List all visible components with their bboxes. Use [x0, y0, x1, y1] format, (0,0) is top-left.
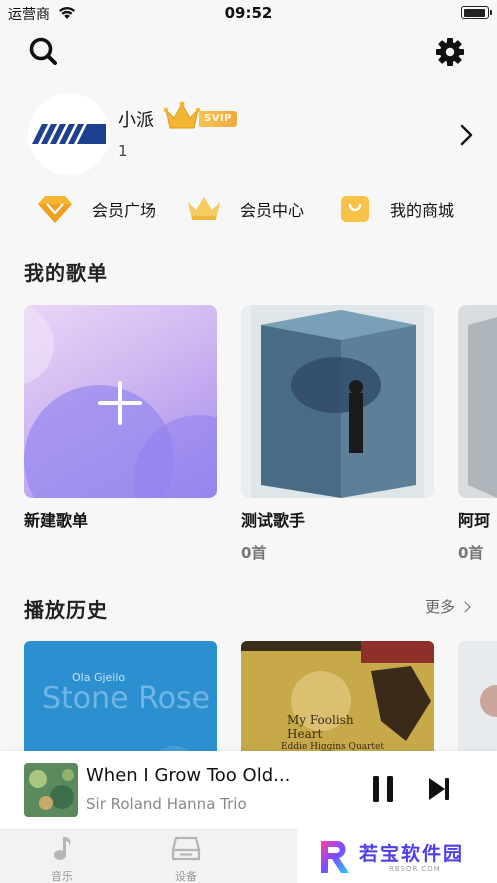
watermark-subtext: RBSOR.COM	[389, 865, 441, 873]
device-icon	[171, 836, 201, 861]
watermark-logo-icon	[321, 841, 349, 873]
album-cover-image	[241, 305, 434, 498]
brand-logo-icon	[32, 124, 106, 144]
now-playing-title: When I Grow Too Old...	[86, 765, 291, 786]
shopping-bag-icon	[341, 196, 369, 222]
quick-link-my-mall[interactable]: 我的商城	[338, 192, 454, 226]
tab-label: 设备	[175, 870, 197, 883]
crown-icon	[188, 197, 220, 220]
pause-button[interactable]	[368, 771, 398, 807]
search-button[interactable]	[28, 36, 58, 70]
tab-device[interactable]: 设备	[156, 834, 216, 883]
plus-icon	[98, 381, 142, 425]
tab-music[interactable]: 音乐	[32, 834, 92, 883]
watermark-text: 若宝软件园	[359, 843, 465, 865]
user-name: 小派	[118, 110, 154, 131]
playlist-name: 测试歌手	[241, 511, 306, 530]
tab-label: 音乐	[51, 870, 73, 883]
section-title-my-playlists: 我的歌单	[24, 261, 108, 285]
quick-link-label: 会员中心	[240, 201, 305, 220]
gear-icon	[436, 38, 464, 66]
avatar[interactable]	[28, 93, 110, 175]
chevron-right-icon[interactable]	[458, 124, 474, 150]
status-bar: 运营商 09:52	[0, 0, 497, 26]
history-card[interactable]	[458, 641, 497, 761]
album-cover-image	[24, 763, 78, 817]
history-card[interactable]: My Foolish Heart Eddie Higgins Quartet	[241, 641, 434, 761]
section-title-play-history: 播放历史	[24, 598, 108, 622]
mini-player[interactable]: When I Grow Too Old... Sir Roland Hanna …	[0, 751, 497, 829]
playlist-card-cover[interactable]	[241, 305, 434, 498]
history-card[interactable]: Ola Gjeilo Stone Rose	[24, 641, 217, 761]
playlist-count: 0首	[458, 544, 484, 562]
more-link[interactable]: 更多	[425, 596, 469, 617]
skip-next-icon	[429, 778, 449, 800]
playlist-count: 0首	[241, 544, 267, 562]
battery-icon	[461, 6, 492, 19]
svip-badge: SVIP	[199, 111, 237, 127]
quick-link-member-center[interactable]: 会员中心	[186, 192, 304, 226]
cover-title: My Foolish Heart	[287, 713, 354, 741]
new-playlist-label: 新建歌单	[24, 511, 89, 530]
diamond-icon	[38, 196, 72, 223]
settings-button[interactable]	[435, 37, 465, 71]
vip-crown-icon	[162, 100, 202, 136]
new-playlist-card[interactable]	[24, 305, 217, 498]
cover-title: Stone Rose	[42, 681, 211, 716]
quick-link-label: 会员广场	[92, 201, 157, 220]
quick-link-label: 我的商城	[390, 201, 455, 220]
quick-link-member-plaza[interactable]: 会员广场	[36, 192, 156, 226]
album-cover-image	[458, 305, 497, 498]
pause-icon	[373, 776, 393, 802]
now-playing-cover[interactable]	[24, 763, 78, 817]
album-cover-image	[458, 641, 497, 761]
user-id: 1	[118, 142, 128, 160]
search-icon	[29, 37, 57, 65]
playlist-card-cover[interactable]	[458, 305, 497, 498]
clock: 09:52	[224, 4, 273, 22]
now-playing-artist: Sir Roland Hanna Trio	[86, 795, 247, 813]
watermark: 若宝软件园 RBSOR.COM	[297, 829, 497, 883]
music-note-icon	[54, 837, 71, 860]
playlist-name: 阿珂	[458, 511, 491, 530]
next-track-button[interactable]	[424, 771, 454, 807]
